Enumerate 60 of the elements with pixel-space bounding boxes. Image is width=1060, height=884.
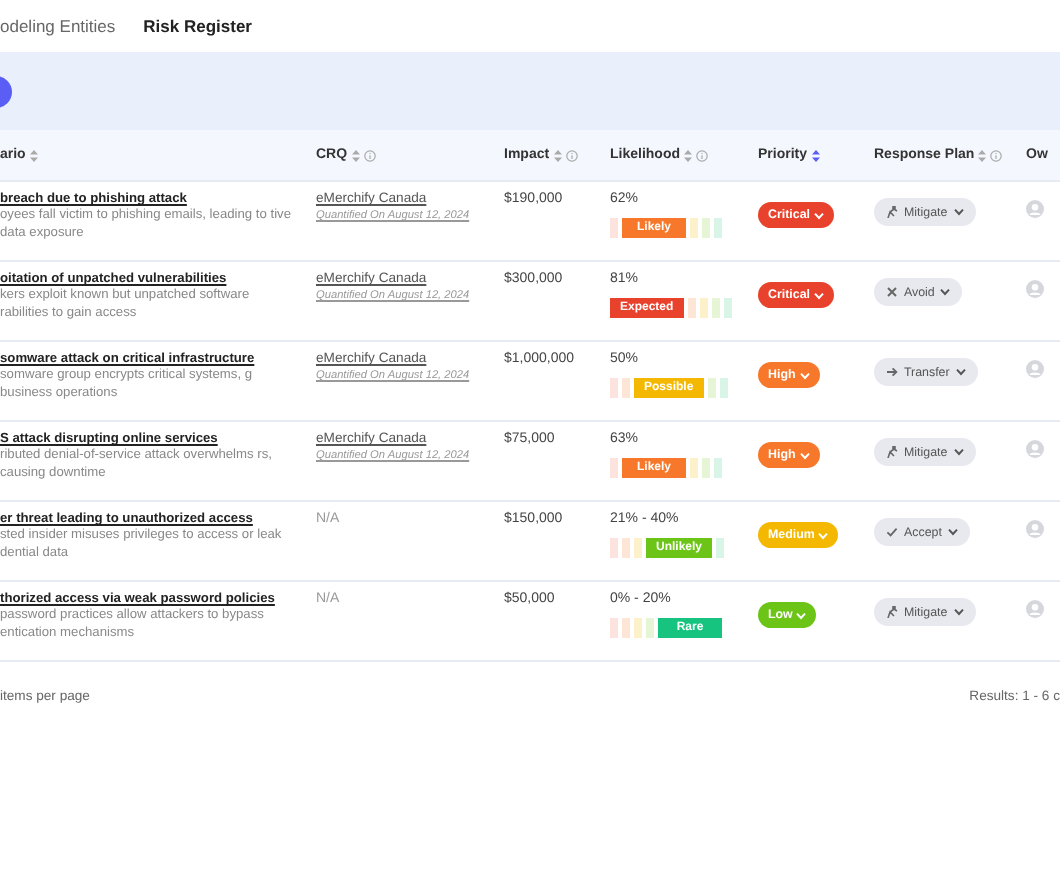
caret-icon — [940, 288, 951, 296]
sort-icon[interactable] — [978, 149, 987, 161]
info-icon[interactable] — [565, 149, 578, 161]
likelihood-segment — [634, 537, 642, 558]
caret-icon — [953, 608, 964, 616]
likelihood-segment — [610, 217, 618, 238]
likelihood-segment — [610, 537, 618, 558]
caret-icon — [818, 531, 829, 539]
likelihood-segment — [719, 377, 728, 398]
arrow-icon — [886, 366, 898, 378]
sort-icon[interactable] — [811, 149, 820, 161]
tab[interactable]: odeling Entities — [0, 16, 116, 36]
tab[interactable]: Risk Register — [143, 16, 252, 36]
caret-icon — [955, 368, 966, 376]
caret-icon — [947, 528, 958, 536]
likelihood-segment — [690, 457, 698, 478]
caret-icon — [813, 291, 824, 299]
sort-icon[interactable] — [553, 149, 562, 161]
check-icon — [886, 526, 898, 538]
info-icon[interactable] — [363, 149, 376, 161]
likelihood-segment — [702, 457, 710, 478]
likelihood-segment — [622, 377, 630, 398]
info-icon[interactable] — [696, 149, 708, 161]
likelihood-segment — [723, 297, 732, 318]
caret-icon — [813, 211, 824, 219]
avatar-icon[interactable] — [1026, 600, 1044, 618]
avatar-icon[interactable] — [1026, 280, 1044, 298]
runner-icon — [886, 446, 898, 458]
likelihood-segment — [622, 537, 630, 558]
caret-icon — [796, 611, 807, 619]
likelihood-segment — [610, 377, 618, 398]
likelihood-segment — [711, 297, 720, 318]
runner-icon — [886, 606, 898, 618]
sort-icon[interactable] — [351, 149, 360, 161]
sort-icon[interactable] — [29, 149, 38, 161]
likelihood-segment — [707, 377, 716, 398]
cross-icon — [886, 286, 898, 298]
avatar-icon[interactable] — [1026, 360, 1044, 378]
likelihood-segment — [699, 297, 708, 318]
likelihood-segment — [714, 217, 722, 238]
likelihood-segment — [716, 537, 725, 558]
likelihood-segment — [690, 217, 698, 238]
runner-icon — [886, 206, 898, 218]
caret-icon — [953, 208, 964, 216]
likelihood-segment — [622, 617, 630, 638]
sort-icon[interactable] — [684, 149, 692, 161]
likelihood-segment — [702, 217, 710, 238]
caret-icon — [799, 451, 810, 459]
avatar-icon[interactable] — [1026, 520, 1044, 538]
likelihood-segment — [714, 457, 722, 478]
likelihood-segment — [610, 457, 618, 478]
likelihood-segment — [687, 297, 696, 318]
likelihood-segment — [610, 617, 618, 638]
info-icon[interactable] — [990, 149, 1003, 161]
avatar-icon[interactable] — [1026, 440, 1044, 458]
likelihood-segment — [634, 617, 642, 638]
caret-icon — [953, 448, 964, 456]
caret-icon — [799, 371, 810, 379]
avatar-icon[interactable] — [1026, 200, 1044, 218]
likelihood-segment — [646, 617, 654, 638]
